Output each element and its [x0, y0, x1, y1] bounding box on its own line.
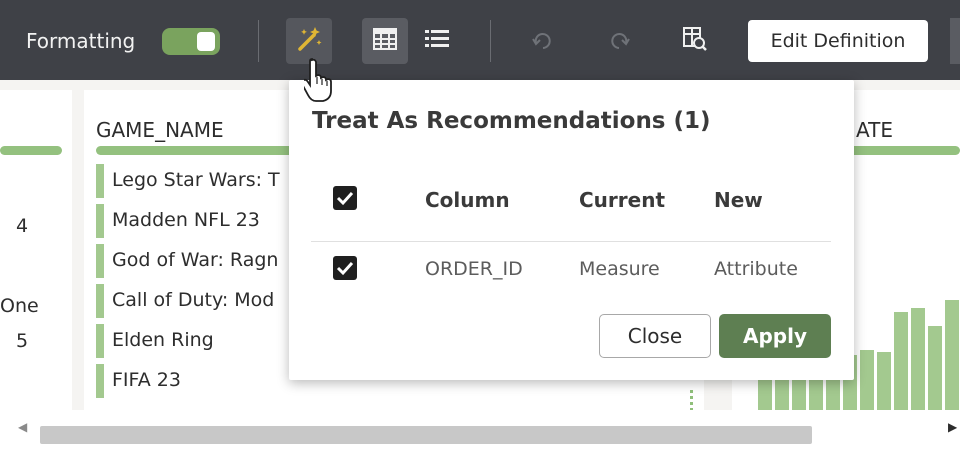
row-current-type: Measure — [579, 258, 660, 280]
game-name: Elden Ring — [112, 329, 214, 351]
toolbar-divider — [490, 20, 491, 62]
redo-icon — [608, 29, 630, 53]
undo-icon — [532, 29, 554, 53]
table-view-icon — [373, 28, 397, 54]
histogram-bar — [945, 300, 959, 410]
scroll-left-icon[interactable]: ◀ — [18, 420, 27, 434]
value-bar — [96, 204, 104, 238]
select-all-checkbox[interactable] — [333, 186, 357, 210]
value-bar — [96, 244, 104, 278]
game-name: Lego Star Wars: T — [112, 169, 280, 191]
column-card-left[interactable]: 4 One 5 — [0, 90, 72, 410]
popup-title: Treat As Recommendations (1) — [312, 108, 711, 134]
cell-value: 5 — [16, 330, 29, 352]
toggle-knob — [197, 32, 215, 51]
value-bar — [96, 324, 104, 358]
toolbar-overflow-button[interactable] — [950, 18, 960, 64]
checkmark-icon — [336, 191, 354, 206]
scrollbar-thumb[interactable] — [40, 426, 812, 444]
quality-bar — [0, 146, 62, 155]
column-header-game-name: GAME_NAME — [96, 118, 224, 142]
histogram-bar — [894, 312, 908, 410]
list-view-button[interactable] — [414, 18, 460, 64]
histogram-bar — [877, 352, 891, 410]
redo-button[interactable] — [596, 18, 642, 64]
close-button[interactable]: Close — [599, 314, 711, 358]
checkmark-icon — [336, 261, 354, 276]
row-new-type: Attribute — [714, 258, 798, 280]
game-name: Madden NFL 23 — [112, 209, 260, 231]
formatting-label: Formatting — [26, 29, 136, 53]
game-name: God of War: Ragn — [112, 249, 279, 271]
row-column-name: ORDER_ID — [425, 258, 523, 280]
value-bar — [96, 164, 104, 198]
header-current: Current — [579, 188, 666, 212]
table-view-button[interactable] — [362, 18, 408, 64]
cell-value: One — [0, 295, 39, 317]
apply-button[interactable]: Apply — [719, 314, 831, 358]
header-new: New — [714, 188, 763, 212]
row-checkbox[interactable] — [333, 256, 357, 280]
data-preview-button[interactable] — [672, 18, 718, 64]
histogram-bar — [911, 308, 925, 410]
list-view-icon — [425, 29, 449, 53]
horizontal-scrollbar[interactable]: ◀ ▶ — [0, 410, 960, 449]
value-bar — [96, 364, 104, 398]
formatting-toggle[interactable] — [162, 28, 220, 55]
value-bar — [96, 284, 104, 318]
hand-cursor-icon — [300, 58, 334, 106]
scroll-right-icon[interactable]: ▶ — [948, 420, 957, 434]
header-column: Column — [425, 188, 510, 212]
column-header-date: ATE — [856, 118, 893, 142]
histogram-bar — [860, 350, 874, 410]
game-name: Call of Duty: Mod — [112, 289, 275, 311]
undo-button[interactable] — [520, 18, 566, 64]
toolbar-divider — [258, 20, 259, 62]
header-divider — [311, 241, 831, 242]
magic-wand-icon — [295, 25, 323, 57]
data-preview-icon — [682, 26, 708, 56]
cell-value: 4 — [16, 215, 29, 237]
game-name: FIFA 23 — [112, 369, 181, 391]
edit-definition-button[interactable]: Edit Definition — [748, 20, 928, 62]
toolbar: Formatting Edit Definition — [0, 0, 960, 80]
histogram-bar — [928, 326, 942, 410]
treat-as-recommendations-popup: Treat As Recommendations (1) Column Curr… — [289, 80, 854, 380]
